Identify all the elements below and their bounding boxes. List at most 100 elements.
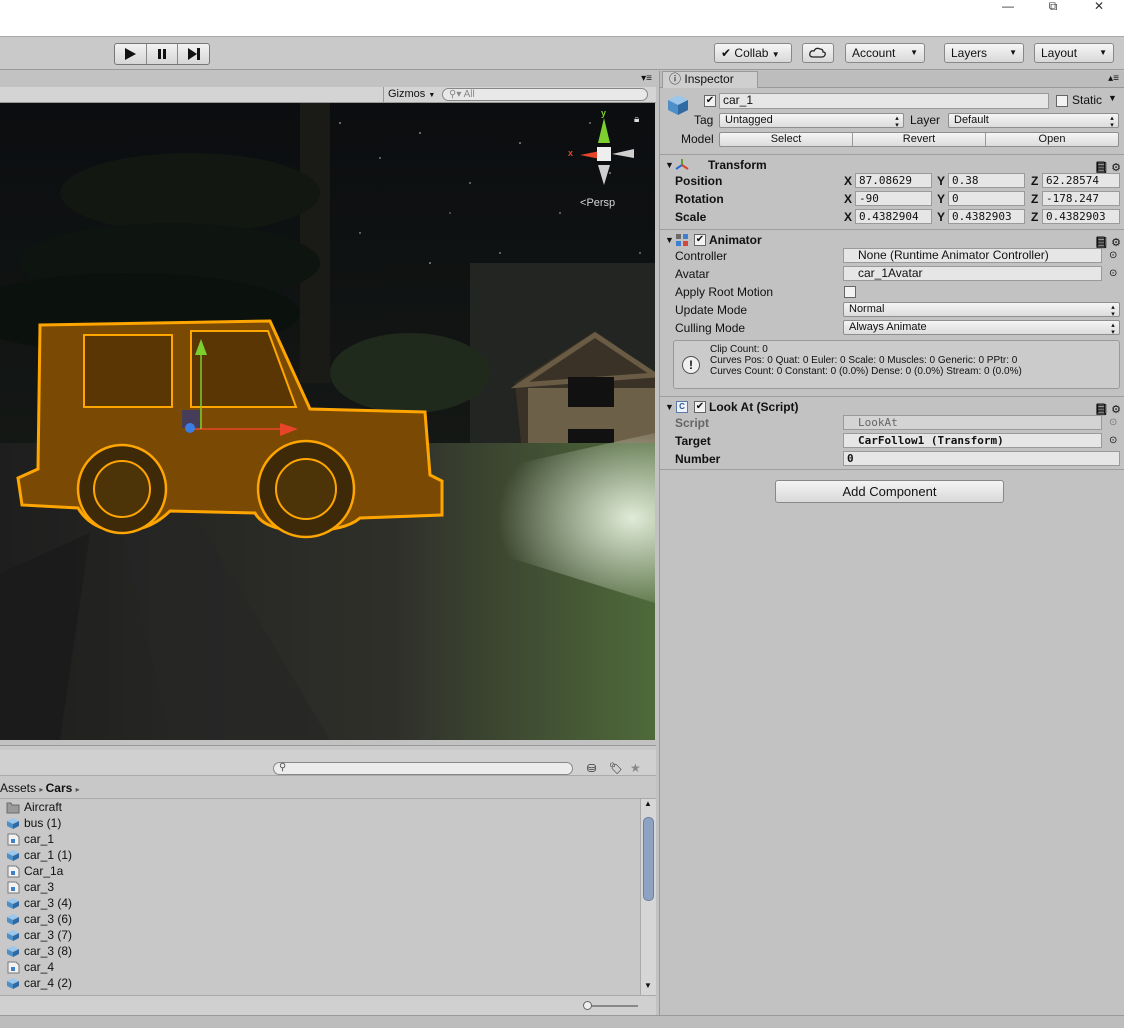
window-titlebar: — ⧉ ✕ xyxy=(0,0,1124,36)
lookat-header[interactable]: ▼ C ✔ Look At (Script) 📘︎ ⚙ xyxy=(660,396,1124,416)
lookat-enabled-checkbox[interactable]: ✔ xyxy=(694,401,706,413)
layers-dropdown[interactable]: Layers ▼ xyxy=(944,43,1024,63)
asset-name: car_3 (6) xyxy=(24,912,73,926)
list-item[interactable]: Car_1a xyxy=(0,863,640,879)
static-checkbox[interactable] xyxy=(1056,95,1068,107)
list-item[interactable]: car_4 (2) xyxy=(0,975,640,991)
list-item[interactable]: car_4 xyxy=(0,959,640,975)
active-checkbox[interactable]: ✔ xyxy=(704,95,716,107)
model-revert-button[interactable]: Revert xyxy=(853,133,986,146)
scale-row: Scale X 0.4382904 Y 0.4382903 Z 0.438290… xyxy=(660,208,1124,226)
animator-enabled-checkbox[interactable]: ✔ xyxy=(694,234,706,246)
avatar-field[interactable]: car_1Avatar xyxy=(843,266,1102,281)
cloud-button[interactable] xyxy=(802,43,834,63)
chevron-down-icon[interactable]: ▼ xyxy=(1108,93,1117,103)
axis-z-label: Z xyxy=(1031,192,1039,206)
number-field[interactable]: 0 xyxy=(843,451,1120,466)
asset-list-scrollbar[interactable]: ▲ ▼ xyxy=(640,799,656,995)
info-line: Curves Count: 0 Constant: 0 (0.0%) Dense… xyxy=(710,366,1022,377)
list-item[interactable]: car_3 xyxy=(0,879,640,895)
add-component-button[interactable]: Add Component xyxy=(775,480,1004,503)
list-item[interactable]: car_3 (4) xyxy=(0,895,640,911)
root-motion-row: Apply Root Motion xyxy=(660,283,1124,301)
icon-size-slider-handle[interactable] xyxy=(583,1001,592,1010)
axis-x-label: X xyxy=(844,192,853,206)
favorite-star-icon[interactable]: ★ xyxy=(630,761,641,775)
persp-label[interactable]: <Persp xyxy=(580,197,615,209)
tab-inspector[interactable]: ⓘ Inspector xyxy=(662,71,758,88)
icon-size-slider[interactable] xyxy=(586,1005,638,1007)
project-panel: ▴≡ ⚲ ⛁ 🏷︎ ★ Assets ▸ Cars ▸ Aircraftbus … xyxy=(0,745,656,1016)
model-open-button[interactable]: Open xyxy=(986,133,1118,146)
cloud-icon xyxy=(809,47,826,58)
panel-menu-icon[interactable]: ▾≡ xyxy=(641,73,652,84)
update-mode-dropdown[interactable]: Normal xyxy=(843,302,1120,317)
transform-header[interactable]: ▼ Transform 📘︎ ⚙ xyxy=(660,154,1124,174)
collab-button[interactable]: ✔ Collab ▼ xyxy=(714,43,792,63)
close-icon[interactable]: ✕ xyxy=(1084,0,1114,14)
list-item[interactable]: car_3 (6) xyxy=(0,911,640,927)
lock-icon[interactable]: ▴≡ xyxy=(1108,73,1119,84)
culling-mode-dropdown[interactable]: Always Animate xyxy=(843,320,1120,335)
filter-by-label-icon[interactable]: 🏷︎ xyxy=(609,762,623,775)
play-icon xyxy=(125,48,137,60)
scene-viewport[interactable]: x y <Persp 🔒︎ xyxy=(0,103,655,740)
scroll-down-icon[interactable]: ▼ xyxy=(644,981,652,990)
rotation-y-field[interactable]: 0 xyxy=(948,191,1025,206)
layout-dropdown[interactable]: Layout ▼ xyxy=(1034,43,1114,63)
account-dropdown[interactable]: Account ▼ xyxy=(845,43,925,63)
object-name-field[interactable]: car_1 xyxy=(719,93,1049,109)
tag-dropdown[interactable]: Untagged xyxy=(719,113,904,128)
list-item[interactable]: car_1 (1) xyxy=(0,847,640,863)
position-x-field[interactable]: 87.08629 xyxy=(855,173,932,188)
layer-dropdown[interactable]: Default xyxy=(948,113,1119,128)
tab-inspector-label: Inspector xyxy=(684,72,734,86)
model-select-button[interactable]: Select xyxy=(720,133,853,146)
scale-y-field[interactable]: 0.4382903 xyxy=(948,209,1025,224)
model-label: Model xyxy=(681,132,714,146)
object-picker-icon[interactable]: ⊙ xyxy=(1109,432,1117,450)
minimize-icon[interactable]: — xyxy=(993,0,1023,14)
pause-button[interactable] xyxy=(147,44,179,64)
breadcrumb-separator-icon: ▸ xyxy=(75,785,80,794)
list-item[interactable]: car_1 xyxy=(0,831,640,847)
animator-header[interactable]: ▼ ✔ Animator 📘︎ ⚙ xyxy=(660,229,1124,249)
list-item[interactable]: car_3 (7) xyxy=(0,927,640,943)
restore-icon[interactable]: ⧉ xyxy=(1038,0,1068,14)
target-field[interactable]: CarFollow1 (Transform) xyxy=(843,433,1102,448)
list-item[interactable]: bus (1) xyxy=(0,815,640,831)
list-item[interactable]: car_3 (8) xyxy=(0,943,640,959)
controller-field[interactable]: None (Runtime Animator Controller) xyxy=(843,248,1102,263)
gizmos-dropdown[interactable]: Gizmos ▼ xyxy=(383,87,439,103)
step-button[interactable] xyxy=(178,44,209,64)
rotation-x-field[interactable]: -90 xyxy=(855,191,932,206)
play-button[interactable] xyxy=(115,44,147,64)
number-row: Number 0 xyxy=(660,450,1124,468)
position-y-field[interactable]: 0.38 xyxy=(948,173,1025,188)
script-label: Script xyxy=(675,416,710,430)
object-picker-icon[interactable]: ⊙ xyxy=(1109,247,1117,265)
culling-mode-label: Culling Mode xyxy=(675,321,746,335)
scroll-up-icon[interactable]: ▲ xyxy=(644,799,652,808)
scene-search-input[interactable]: ⚲▾ All xyxy=(442,88,648,101)
step-icon xyxy=(187,48,200,60)
lock-icon[interactable]: 🔒︎ xyxy=(634,114,639,125)
filter-by-type-icon[interactable]: ⛁ xyxy=(587,762,596,775)
object-picker-icon[interactable]: ⊙ xyxy=(1109,265,1117,283)
scale-x-field[interactable]: 0.4382904 xyxy=(855,209,932,224)
chevron-down-icon: ▼ xyxy=(771,50,780,59)
axis-z-label: Z xyxy=(1031,210,1039,224)
chevron-down-icon: ▼ xyxy=(1009,48,1017,57)
breadcrumb-assets[interactable]: Assets xyxy=(0,781,36,795)
scrollbar-thumb[interactable] xyxy=(643,817,654,901)
asset-name: Car_1a xyxy=(24,864,64,878)
asset-name: car_3 (8) xyxy=(24,944,73,958)
project-search-input[interactable]: ⚲ xyxy=(273,762,573,775)
root-motion-checkbox[interactable] xyxy=(844,286,856,298)
rotation-z-field[interactable]: -178.247 xyxy=(1042,191,1120,206)
breadcrumb-cars[interactable]: Cars xyxy=(46,781,73,795)
list-item[interactable]: Aircraft xyxy=(0,799,640,815)
position-z-field[interactable]: 62.28574 xyxy=(1042,173,1120,188)
scale-z-field[interactable]: 0.4382903 xyxy=(1042,209,1120,224)
gizmos-label: Gizmos xyxy=(388,88,426,100)
